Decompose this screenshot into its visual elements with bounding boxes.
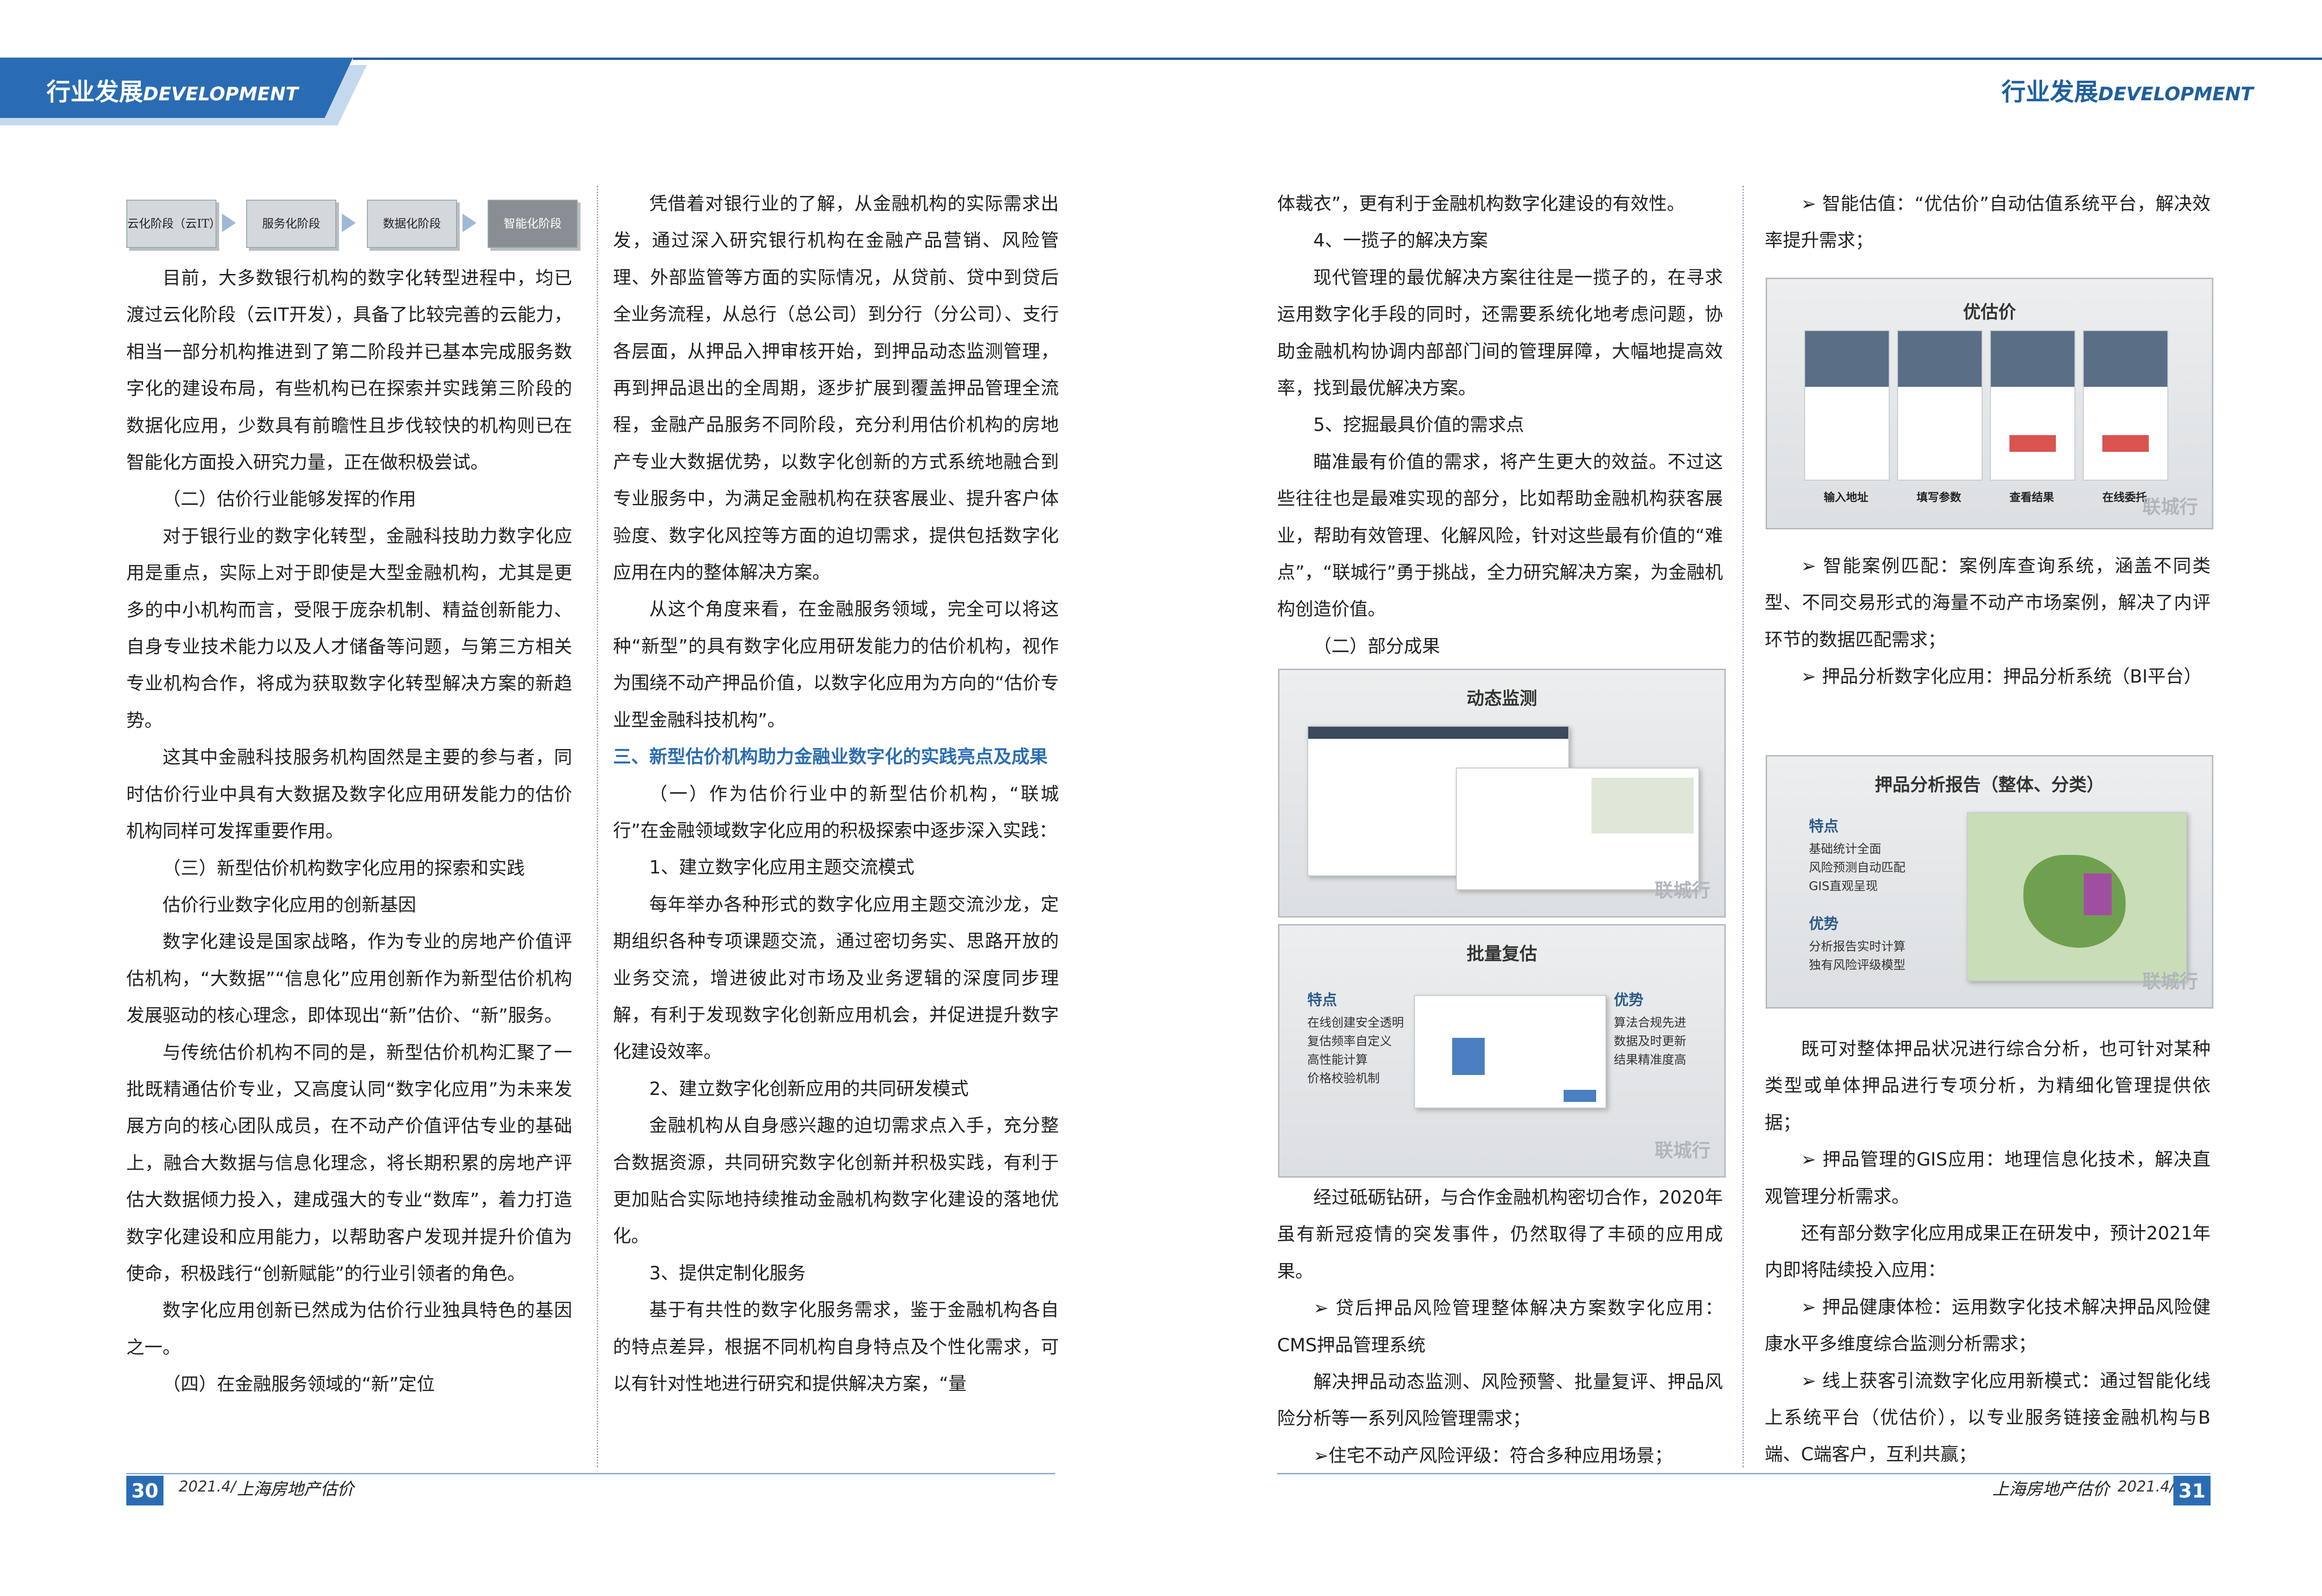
screenshot-title: 批量复估 [1466, 944, 1537, 964]
mock-window [1414, 995, 1606, 1108]
paragraph: 凭借着对银行业的了解，从金融机构的实际需求出发，通过深入研究银行机构在金融产品营… [613, 194, 1059, 584]
paragraph: 体裁衣”，更有利于金融机构数字化建设的有效性。 [1277, 194, 1685, 215]
header-left-title: 行业发展DEVELOPMENT [46, 78, 299, 106]
issue-date-right: 2021.4/ [2118, 1478, 2175, 1495]
subheading: 5、挖掘最具价值的需求点 [1313, 415, 1524, 436]
column-4-lower: 既可对整体押品状况进行综合分析，也可针对某种类型或单体押品进行专项分析，为精细化… [1765, 1031, 2211, 1473]
screenshot-youguojia: 优估价 输入地址 填写参数 查看结果 在线委托 联城行 [1766, 278, 2213, 529]
paragraph: 数字化建设是国家战略，作为专业的房地产价值评估机构，“大数据”“信息化”应用创新… [126, 932, 572, 1027]
stage-smart: 智能化阶段 [488, 200, 578, 248]
bullet: ➢ 押品管理的GIS应用：地理信息化技术，解决直观管理分析需求。 [1765, 1149, 2211, 1207]
paragraph: 既可对整体押品状况进行综合分析，也可针对某种类型或单体押品进行专项分析，为精细化… [1765, 1039, 2211, 1133]
paragraph: 从这个角度来看，在金融服务领域，完全可以将这种“新型”的具有数字化应用研发能力的… [613, 599, 1059, 731]
bullet: ➢住宅不动产风险评级：符合多种应用场景； [1313, 1445, 1673, 1466]
subheading: 3、提供定制化服务 [649, 1263, 806, 1284]
header-rule [353, 58, 2322, 60]
map-mock [1967, 812, 2187, 981]
header-right-title: 行业发展DEVELOPMENT [2002, 78, 2254, 106]
column-4: ➢ 智能估值：“优估价”自动估值系统平台，解决效率提升需求； [1765, 186, 2211, 260]
stage-cloud: 云化阶段（云IT） [126, 200, 221, 248]
paragraph: 这其中金融科技服务机构固然是主要的参与者，同时估价行业中具有大数据及数字化应用研… [126, 747, 572, 842]
subheading: （二）部分成果 [1313, 636, 1441, 657]
paragraph: （一）作为估价行业中的新型估价机构，“联城行”在金融领域数字化应用的积极探索中逐… [613, 783, 1059, 841]
column-3-lower: 经过砥砺钻研，与合作金融机构密切合作，2020年虽有新冠疫情的突发事件，仍然取得… [1277, 1179, 1723, 1474]
phone-mock [1990, 330, 2075, 481]
watermark-logo: 联城行 [1655, 1140, 1710, 1161]
footer-rule [1277, 1473, 2211, 1474]
paragraph: 与传统估价机构不同的是，新型估价机构汇聚了一批既精通估价专业，又高度认同“数字化… [126, 1042, 572, 1284]
screenshot-batch-revaluation: 批量复估 特点 在线创建安全透明 复估频率自定义 高性能计算 价格校验机制 优势… [1278, 924, 1726, 1178]
column-4-mid: ➢ 智能案例匹配：案例库查询系统，涵盖不同类型、不同交易形式的海量不动产市场案例… [1765, 548, 2211, 696]
watermark-logo: 联城行 [2142, 971, 2198, 992]
paragraph: 基于有共性的数字化服务需求，鉴于金融机构各自的特点差异，根据不同机构自身特点及个… [613, 1300, 1059, 1394]
subheading: （二）估价行业能够发挥的作用 [163, 489, 417, 510]
arrow-icon [463, 214, 476, 232]
page-number-right: 31 [2173, 1476, 2211, 1505]
advantage-list: 优势 算法合规先进 数据及时更新 结果精准度高 [1614, 991, 1687, 1067]
paragraph: 对于银行业的数字化转型，金融科技助力数字化应用是重点，实际上对于即使是大型金融机… [126, 526, 572, 731]
bullet: ➢ 智能估值：“优估价”自动估值系统平台，解决效率提升需求； [1765, 194, 2211, 252]
subheading: 4、一揽子的解决方案 [1313, 230, 1488, 252]
column-2: 凭借着对银行业的了解，从金融机构的实际需求出发，通过深入研究银行机构在金融产品营… [613, 186, 1059, 1402]
subheading: 1、建立数字化应用主题交流模式 [649, 857, 914, 879]
column-divider [597, 186, 599, 1467]
subheading: （三）新型估价机构数字化应用的探索和实践 [163, 858, 525, 879]
phone-mock [2083, 330, 2168, 481]
publication-name-left: 上海房地产估价 [237, 1480, 354, 1499]
feature-list: 特点 基础统计全面 风险预测自动匹配 GIS直观呈现 优势 分析报告实时计算 独… [1809, 817, 1906, 972]
mock-window [1456, 768, 1699, 890]
screenshot-dynamic-monitoring: 动态监测 联城行 [1278, 669, 1726, 918]
section-heading: 三、新型估价机构助力金融业数字化的实践亮点及成果 [613, 747, 1048, 768]
watermark-logo: 联城行 [2142, 496, 2198, 518]
paragraph: 目前，大多数银行机构的数字化转型进程中，均已渡过云化阶段（云IT开发），具备了比… [126, 268, 572, 474]
stage-service: 服务化阶段 [246, 200, 336, 248]
subheading: （四）在金融服务领域的“新”定位 [163, 1374, 435, 1395]
phone-mock [1804, 330, 1890, 481]
subheading: 估价行业数字化应用的创新基因 [163, 894, 417, 916]
paragraph: 每年举办各种形式的数字化应用主题交流沙龙，定期组织各种专项课题交流，通过密切务实… [613, 894, 1059, 1063]
screenshot-title: 动态监测 [1466, 688, 1537, 709]
bullet: ➢ 押品分析数字化应用：押品分析系统（BI平台） [1801, 666, 2202, 688]
arrow-icon [222, 214, 236, 232]
bullet: ➢ 贷后押品风险管理整体解决方案数字化应用：CMS押品管理系统 [1277, 1298, 1723, 1356]
column-divider [1742, 186, 1745, 1467]
paragraph: 金融机构从自身感兴趣的迫切需求点入手，充分整合数据资源，共同研究数字化创新并积极… [613, 1115, 1059, 1247]
arrow-icon [342, 214, 356, 232]
page-number-left: 30 [126, 1476, 163, 1505]
paragraph: 经过砥砺钻研，与合作金融机构密切合作，2020年虽有新冠疫情的突发事件，仍然取得… [1277, 1187, 1723, 1282]
issue-date-left: 2021.4/ [179, 1478, 236, 1495]
column-1: 目前，大多数银行机构的数字化转型进程中，均已渡过云化阶段（云IT开发），具备了比… [126, 260, 572, 1403]
column-3: 体裁衣”，更有利于金融机构数字化建设的有效性。 4、一揽子的解决方案 现代管理的… [1277, 186, 1723, 665]
bullet: ➢ 智能案例匹配：案例库查询系统，涵盖不同类型、不同交易形式的海量不动产市场案例… [1765, 556, 2211, 651]
watermark-logo: 联城行 [1655, 880, 1710, 901]
phone-mock [1897, 330, 1983, 481]
bullet: ➢ 线上获客引流数字化应用新模式：通过智能化线上系统平台（优估价），以专业服务链… [1765, 1370, 2211, 1466]
footer-rule [126, 1473, 1055, 1474]
feature-list: 特点 在线创建安全透明 复估频率自定义 高性能计算 价格校验机制 [1307, 991, 1404, 1086]
screenshot-title: 优估价 [1963, 302, 2016, 322]
paragraph: 现代管理的最优解决方案往往是一揽子的，在寻求运用数字化手段的同时，还需要系统化地… [1277, 267, 1723, 399]
screenshot-collateral-analysis: 押品分析报告（整体、分类） 特点 基础统计全面 风险预测自动匹配 GIS直观呈现… [1766, 755, 2213, 1009]
subheading: 2、建立数字化创新应用的共同研发模式 [649, 1078, 969, 1100]
screenshot-title: 押品分析报告（整体、分类） [1874, 775, 2104, 795]
paragraph: 还有部分数字化应用成果正在研发中，预计2021年内即将陆续投入应用： [1765, 1223, 2211, 1281]
publication-name-right: 上海房地产估价 [1992, 1480, 2110, 1499]
paragraph: 数字化应用创新已然成为估价行业独具特色的基因之一。 [126, 1300, 572, 1358]
paragraph: 解决押品动态监测、风险预警、批量复评、押品风险分析等一系列风险管理需求； [1277, 1372, 1723, 1430]
bullet: ➢ 押品健康体检：运用数字化技术解决押品风险健康水平多维度综合监测分析需求； [1765, 1296, 2211, 1355]
stage-data: 数据化阶段 [367, 200, 457, 248]
paragraph: 瞄准最有价值的需求，将产生更大的效益。不过这些往往也是最难实现的部分，比如帮助金… [1277, 451, 1723, 620]
